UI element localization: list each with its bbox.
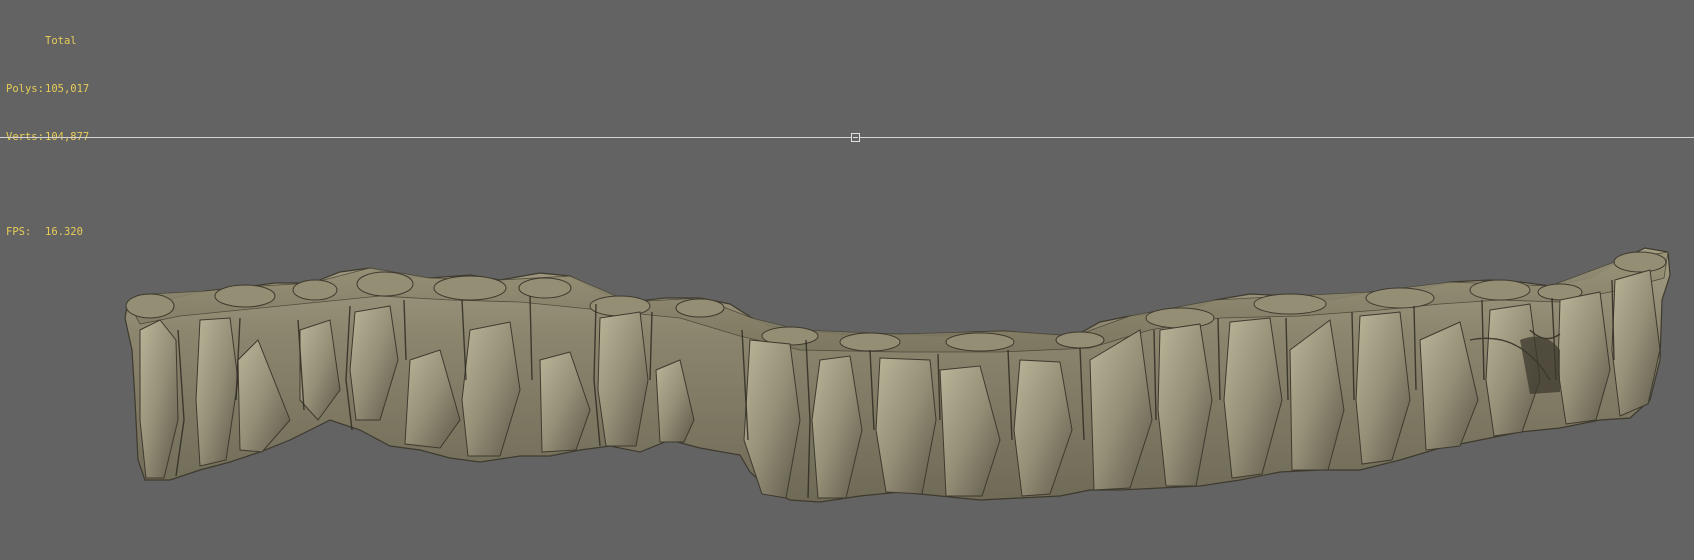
rock-cliff-model[interactable] [0, 0, 1694, 560]
3d-viewport[interactable]: Total Polys: 105,017 Verts: 104,877 FPS:… [0, 0, 1694, 560]
